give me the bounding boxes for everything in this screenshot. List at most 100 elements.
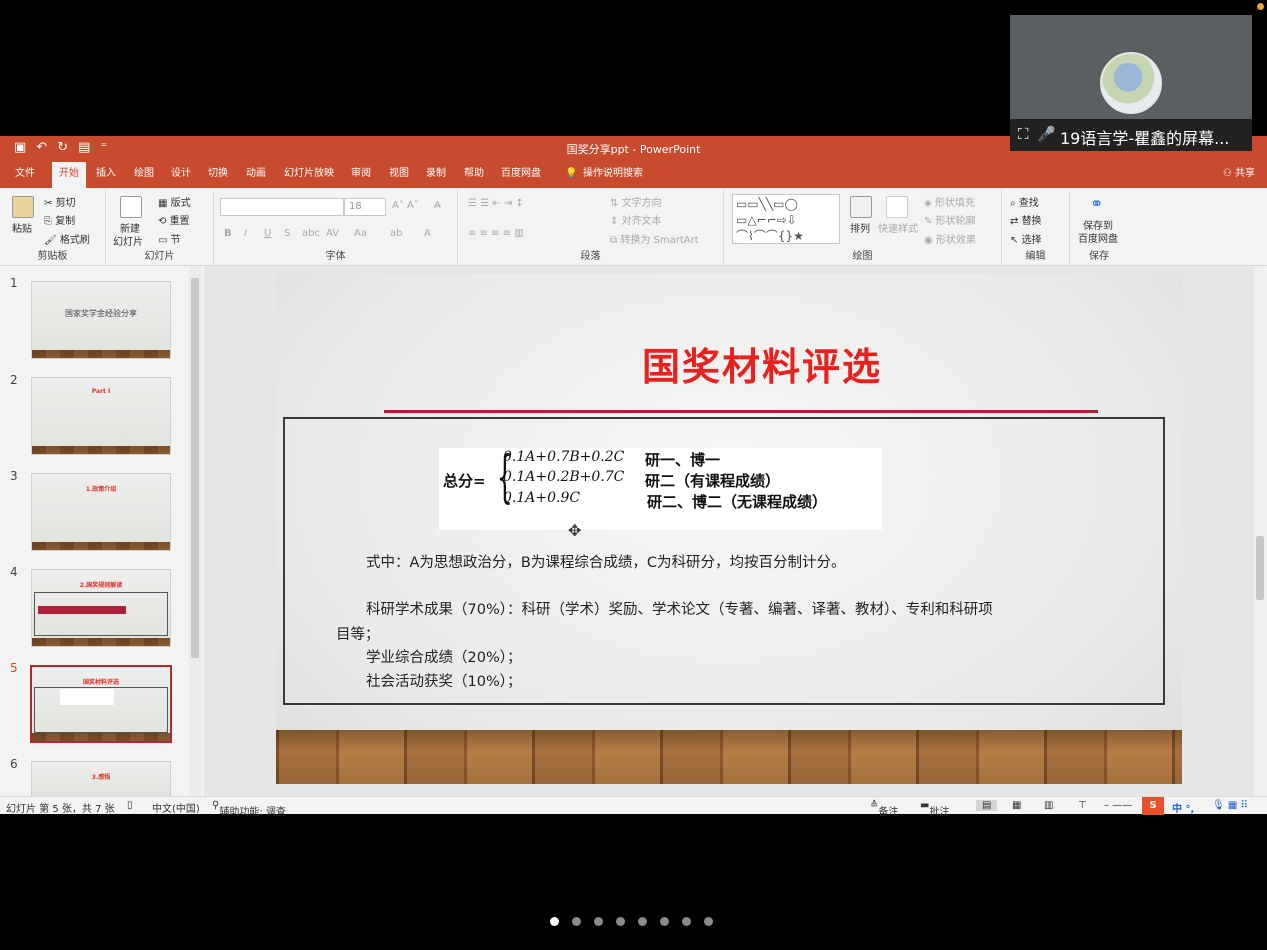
page-dot[interactable] (594, 917, 603, 926)
page-dot[interactable] (572, 917, 581, 926)
select-button[interactable]: ↖ 选择 (1010, 231, 1042, 246)
cut-button[interactable]: ✂ 剪切 (44, 194, 76, 209)
shape-outline-button[interactable]: ✎ 形状轮廓 (924, 212, 976, 227)
clear-format-icon[interactable]: A̶ (434, 200, 441, 211)
shapes-gallery[interactable]: ▭▭╲╲▭◯ ▭△⌐⌐⇨⇩ ⌒⌇⌒⌒{}★ (732, 194, 840, 244)
ime-mic-icon[interactable]: 🎙 ▦ ⠿ (1212, 800, 1248, 811)
sogou-ime-icon[interactable]: S (1142, 797, 1164, 815)
tell-me-search[interactable]: 操作说明搜索 (576, 160, 650, 188)
thumb-number: 3 (10, 469, 18, 483)
tab-home[interactable]: 开始 (52, 162, 86, 188)
smartart-button[interactable]: ⧉ 转换为 SmartArt (610, 231, 699, 246)
page-dot[interactable] (704, 917, 713, 926)
tab-insert[interactable]: 插入 (89, 160, 123, 188)
formula-label: 研二（有课程成绩） (645, 472, 781, 490)
grow-font-icon[interactable]: A˄ A˅ (392, 200, 419, 211)
change-case-icon[interactable]: Aa (354, 228, 367, 239)
wood-floor-decoration (276, 730, 1182, 784)
italic-icon[interactable]: I (244, 228, 247, 239)
thumbnails-scrollbar[interactable] (189, 266, 201, 796)
tab-baidu-netdisk[interactable]: 百度网盘 (494, 160, 548, 188)
shape-effects-button[interactable]: ◉ 形状效果 (924, 231, 976, 246)
tab-file[interactable]: 文件 (8, 160, 42, 188)
shadow-icon[interactable]: S (284, 228, 290, 239)
page-dot[interactable] (550, 917, 559, 926)
page-dot[interactable] (638, 917, 647, 926)
slides-label: 幻灯片 (144, 251, 175, 262)
tab-transitions[interactable]: 切换 (201, 160, 235, 188)
paste-button[interactable]: 粘贴 (12, 220, 32, 235)
spellcheck-icon[interactable]: ▯ (127, 800, 133, 811)
page-dot[interactable] (616, 917, 625, 926)
recording-indicator (1257, 3, 1264, 10)
save-to-netdisk[interactable]: 百度网盘 (1078, 230, 1118, 245)
sharer-name: 19语言学-瞿鑫的屏幕... (1060, 129, 1230, 148)
highlight-icon[interactable]: ab (390, 228, 402, 239)
paste-icon[interactable] (12, 196, 34, 218)
baidu-cloud-icon[interactable]: ⚭ (1090, 194, 1103, 213)
replace-button[interactable]: ⇄ 替换 (1010, 212, 1042, 227)
bullets-icon[interactable]: ☰ ☰ ⇤ ⇥ ↕ (468, 198, 524, 209)
formula-total: 总分= (443, 472, 486, 490)
align-text-button[interactable]: ⇕ 对齐文本 (610, 212, 662, 227)
ribbon: 粘贴 ✂ 剪切 ⎘ 复制 🖌 格式刷 剪贴板 新建 幻灯片 ▦ 版式 ⟲ 重置 … (0, 188, 1267, 266)
copy-button[interactable]: ⎘ 复制 (44, 212, 75, 227)
slideshow-icon[interactable]: ⊤ (1078, 800, 1087, 811)
font-color-icon[interactable]: A (424, 228, 431, 239)
new-slide-label[interactable]: 幻灯片 (113, 233, 143, 248)
slides-group: 新建 幻灯片 ▦ 版式 ⟲ 重置 ▭ 节 幻灯片 (106, 190, 214, 264)
thumbnail-slide-3[interactable]: 1.政策介绍 (31, 473, 171, 551)
slide-scrollbar[interactable] (1254, 266, 1266, 796)
page-dot[interactable] (660, 917, 669, 926)
underline-icon[interactable]: U (264, 228, 271, 239)
language-status[interactable]: 中文(中国) (152, 800, 200, 815)
reset-button[interactable]: ⟲ 重置 (158, 212, 190, 227)
layout-button[interactable]: ▦ 版式 (158, 194, 191, 209)
slide-scroll-thumb[interactable] (1256, 536, 1264, 600)
bold-icon[interactable]: B (224, 228, 232, 239)
thumbnails-scroll-thumb[interactable] (191, 278, 199, 658)
thumbnail-slide-6[interactable]: 3.感悟 (31, 761, 171, 796)
tab-draw[interactable]: 绘图 (127, 160, 161, 188)
text-direction-button[interactable]: ⇅ 文字方向 (610, 194, 662, 209)
current-slide[interactable]: 国奖材料评选 总分= { 0.1A+0.7B+0.2C 0.1A+0.2B+0.… (276, 274, 1182, 784)
thumbnail-slide-1[interactable]: 国家奖学金经验分享 (31, 281, 171, 359)
align-icons[interactable]: ≡ ≡ ≡ ≡ ▥ (468, 228, 524, 239)
notes-button[interactable]: ≙ 备注 (870, 800, 898, 818)
tab-review[interactable]: 审阅 (344, 160, 378, 188)
find-button[interactable]: ⌕ 查找 (1010, 194, 1039, 209)
share-button[interactable]: ⚇ 共享 (1223, 160, 1255, 188)
section-button[interactable]: ▭ 节 (158, 231, 181, 246)
new-slide-icon[interactable] (120, 196, 142, 218)
quick-styles-button[interactable]: 快速样式 (878, 220, 918, 235)
tab-help[interactable]: 帮助 (457, 160, 491, 188)
person-icon: ⚇ (1222, 168, 1235, 179)
tab-view[interactable]: 视图 (382, 160, 416, 188)
spacing-icon[interactable]: AV (326, 228, 339, 239)
strikethrough-icon[interactable]: abc (302, 228, 320, 239)
arrange-icon[interactable] (850, 196, 872, 218)
format-painter-button[interactable]: 🖌 格式刷 (44, 231, 90, 246)
page-dot[interactable] (682, 917, 691, 926)
shape-fill-button[interactable]: ◈ 形状填充 (924, 194, 975, 209)
font-name-input[interactable] (220, 198, 344, 216)
thumbnail-slide-2[interactable]: Part I (31, 377, 171, 455)
thumbnail-slide-5[interactable]: 国奖材料评选 (30, 665, 172, 743)
tab-design[interactable]: 设计 (164, 160, 198, 188)
reading-view-icon[interactable]: ▥ (1044, 800, 1053, 811)
font-size-input[interactable]: 18 (344, 198, 386, 216)
normal-view-icon[interactable]: ▤ (976, 800, 998, 811)
tab-slideshow[interactable]: 幻灯片放映 (277, 160, 341, 188)
thumbnail-slide-4[interactable]: 2.国奖规则解读 (31, 569, 171, 647)
arrange-button[interactable]: 排列 (850, 220, 870, 235)
accessibility-status[interactable]: ⚲ 辅助功能: 调查 (212, 800, 286, 818)
tab-animations[interactable]: 动画 (239, 160, 273, 188)
slide-sorter-icon[interactable]: ▦ (1012, 800, 1021, 811)
zoom-slider[interactable]: – —— (1104, 800, 1132, 811)
ime-mode-icon[interactable]: 中 °, (1172, 800, 1194, 815)
quick-styles-icon[interactable] (886, 196, 908, 218)
slide-title[interactable]: 国奖材料评选 (276, 336, 1182, 391)
formula-image[interactable]: 总分= { 0.1A+0.7B+0.2C 0.1A+0.2B+0.7C 0.1A… (439, 448, 882, 530)
comments-button[interactable]: ▬ 批注 (920, 800, 949, 818)
tab-record[interactable]: 录制 (419, 160, 453, 188)
